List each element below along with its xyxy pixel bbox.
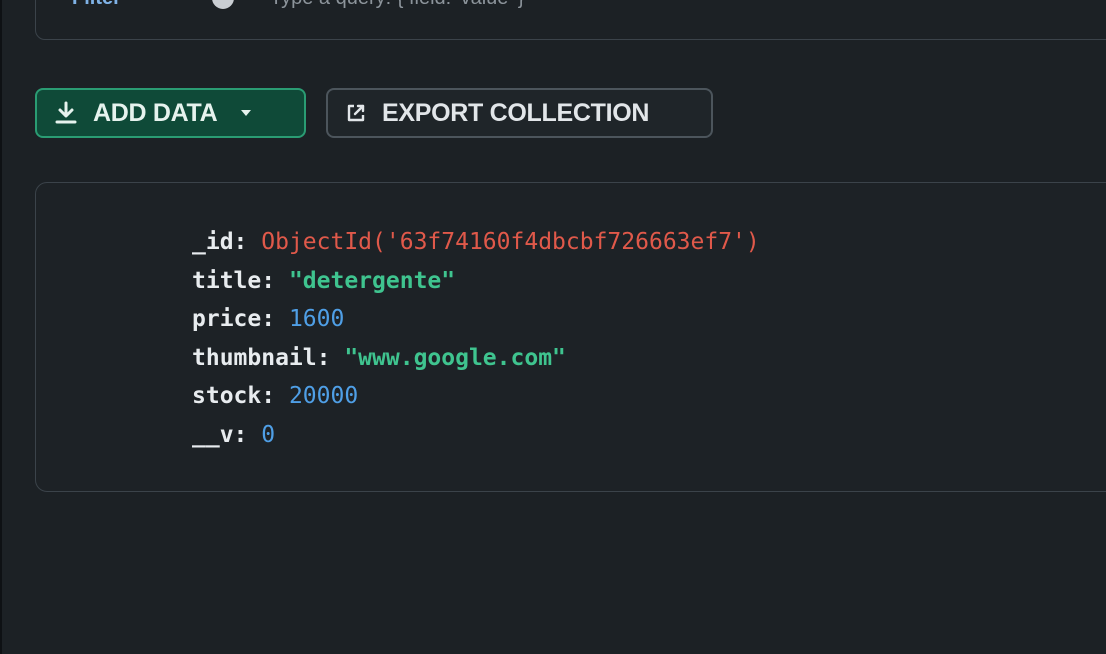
export-collection-button[interactable]: EXPORT COLLECTION [326, 88, 713, 138]
toolbar: ADD DATA EXPORT COLLECTION [35, 88, 713, 138]
filter-input[interactable]: Type a query: { field: 'value' } [270, 0, 524, 10]
field-value[interactable]: "detergente" [289, 268, 455, 294]
field-key: __v [192, 421, 234, 448]
export-collection-label: EXPORT COLLECTION [382, 98, 650, 127]
field-row-version: __v: 0 [192, 421, 276, 448]
field-value[interactable]: 1600 [289, 306, 344, 332]
field-key: price [192, 306, 262, 333]
field-value[interactable]: 0 [261, 422, 275, 448]
app-page: Filter Type a query: { field: 'value' } … [0, 0, 1106, 654]
field-key: _id [192, 229, 234, 255]
field-value[interactable]: 20000 [289, 383, 358, 409]
filter-bar[interactable]: Filter Type a query: { field: 'value' } [35, 0, 1106, 40]
filter-info-icon[interactable] [212, 0, 234, 9]
add-data-button[interactable]: ADD DATA [35, 88, 306, 138]
field-key: stock [192, 383, 262, 410]
document-fields: _id: ObjectId('63f74160f4dbcbf726663ef7'… [192, 223, 760, 455]
field-key: thumbnail [192, 344, 317, 371]
field-value[interactable]: "www.google.com" [344, 345, 566, 371]
export-icon [344, 101, 368, 125]
field-key: title [192, 267, 262, 294]
download-icon [53, 100, 79, 126]
field-value[interactable]: ObjectId('63f74160f4dbcbf726663ef7') [261, 229, 760, 255]
field-row-thumbnail: thumbnail: "www.google.com" [192, 344, 566, 371]
filter-label: Filter [72, 0, 121, 10]
field-row-title: title: "detergente" [192, 267, 456, 294]
field-row-price: price: 1600 [192, 306, 345, 333]
field-row-id: _id: ObjectId('63f74160f4dbcbf726663ef7'… [192, 229, 760, 255]
caret-down-icon[interactable] [239, 108, 253, 118]
field-row-stock: stock: 20000 [192, 383, 359, 410]
document-card[interactable]: _id: ObjectId('63f74160f4dbcbf726663ef7'… [35, 182, 1106, 492]
add-data-label: ADD DATA [93, 98, 218, 127]
